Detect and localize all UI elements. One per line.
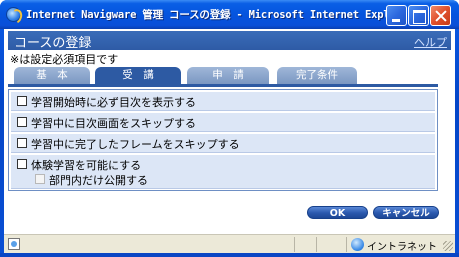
skip-toc-checkbox[interactable] (17, 117, 27, 127)
close-window-button[interactable] (430, 5, 451, 26)
browser-window: Internet Navigware 管理 コースの登録 - Microsoft… (0, 0, 459, 257)
security-zone-label: イントラネット (367, 242, 437, 253)
help-link[interactable]: ヘルプ (414, 34, 447, 50)
tab-bar: 基 本 受 講 申 請 完了条件 (14, 67, 444, 86)
resize-grip[interactable] (443, 241, 453, 251)
required-note: ※は設定必須項目です (10, 53, 119, 66)
option-label: 体験学習を可能にする (31, 159, 142, 172)
page-content: コースの登録 ヘルプ ※は設定必須項目です 基 本 受 講 申 請 完了条件 学… (4, 29, 455, 234)
intranet-zone-icon (351, 238, 364, 251)
cancel-button[interactable]: キャンセル (373, 206, 439, 219)
option-label: 学習中に目次画面をスキップする (31, 117, 196, 130)
window-title: Internet Navigware 管理 コースの登録 - Microsoft… (26, 9, 396, 21)
minimize-button[interactable] (386, 5, 407, 26)
option-sub-label: 部門内だけ公開する (49, 174, 148, 187)
title-bar[interactable]: Internet Navigware 管理 コースの登録 - Microsoft… (0, 0, 459, 29)
page-header: コースの登録 ヘルプ (8, 31, 451, 51)
window-frame-bottom (0, 253, 459, 257)
ok-button[interactable]: OK (307, 206, 368, 219)
option-label: 学習開始時に必ず目次を表示する (31, 96, 196, 109)
options-panel: 学習開始時に必ず目次を表示する 学習中に目次画面をスキップする 学習中に完了した… (8, 89, 438, 191)
department-only-checkbox[interactable] (35, 174, 45, 184)
tab-basic[interactable]: 基 本 (14, 67, 90, 84)
option-row: 学習中に完了したフレームをスキップする (11, 134, 435, 153)
tab-completion-conditions[interactable]: 完了条件 (277, 67, 357, 84)
status-divider (294, 237, 295, 252)
option-row: 体験学習を可能にする 部門内だけ公開する (11, 155, 435, 189)
status-bar: イントラネット (4, 234, 455, 253)
trial-learning-checkbox[interactable] (17, 159, 27, 169)
skip-completed-frames-checkbox[interactable] (17, 138, 27, 148)
page-status-icon (8, 238, 20, 250)
option-row: 学習開始時に必ず目次を表示する (11, 92, 435, 111)
internet-explorer-icon (6, 7, 21, 22)
page-title: コースの登録 (14, 36, 92, 51)
maximize-button[interactable] (408, 5, 429, 26)
show-toc-checkbox[interactable] (17, 96, 27, 106)
tab-application[interactable]: 申 請 (187, 67, 269, 84)
option-row: 学習中に目次画面をスキップする (11, 113, 435, 132)
status-divider (316, 237, 317, 252)
tab-underline (8, 84, 438, 87)
option-label: 学習中に完了したフレームをスキップする (31, 138, 240, 151)
status-divider (346, 237, 347, 252)
